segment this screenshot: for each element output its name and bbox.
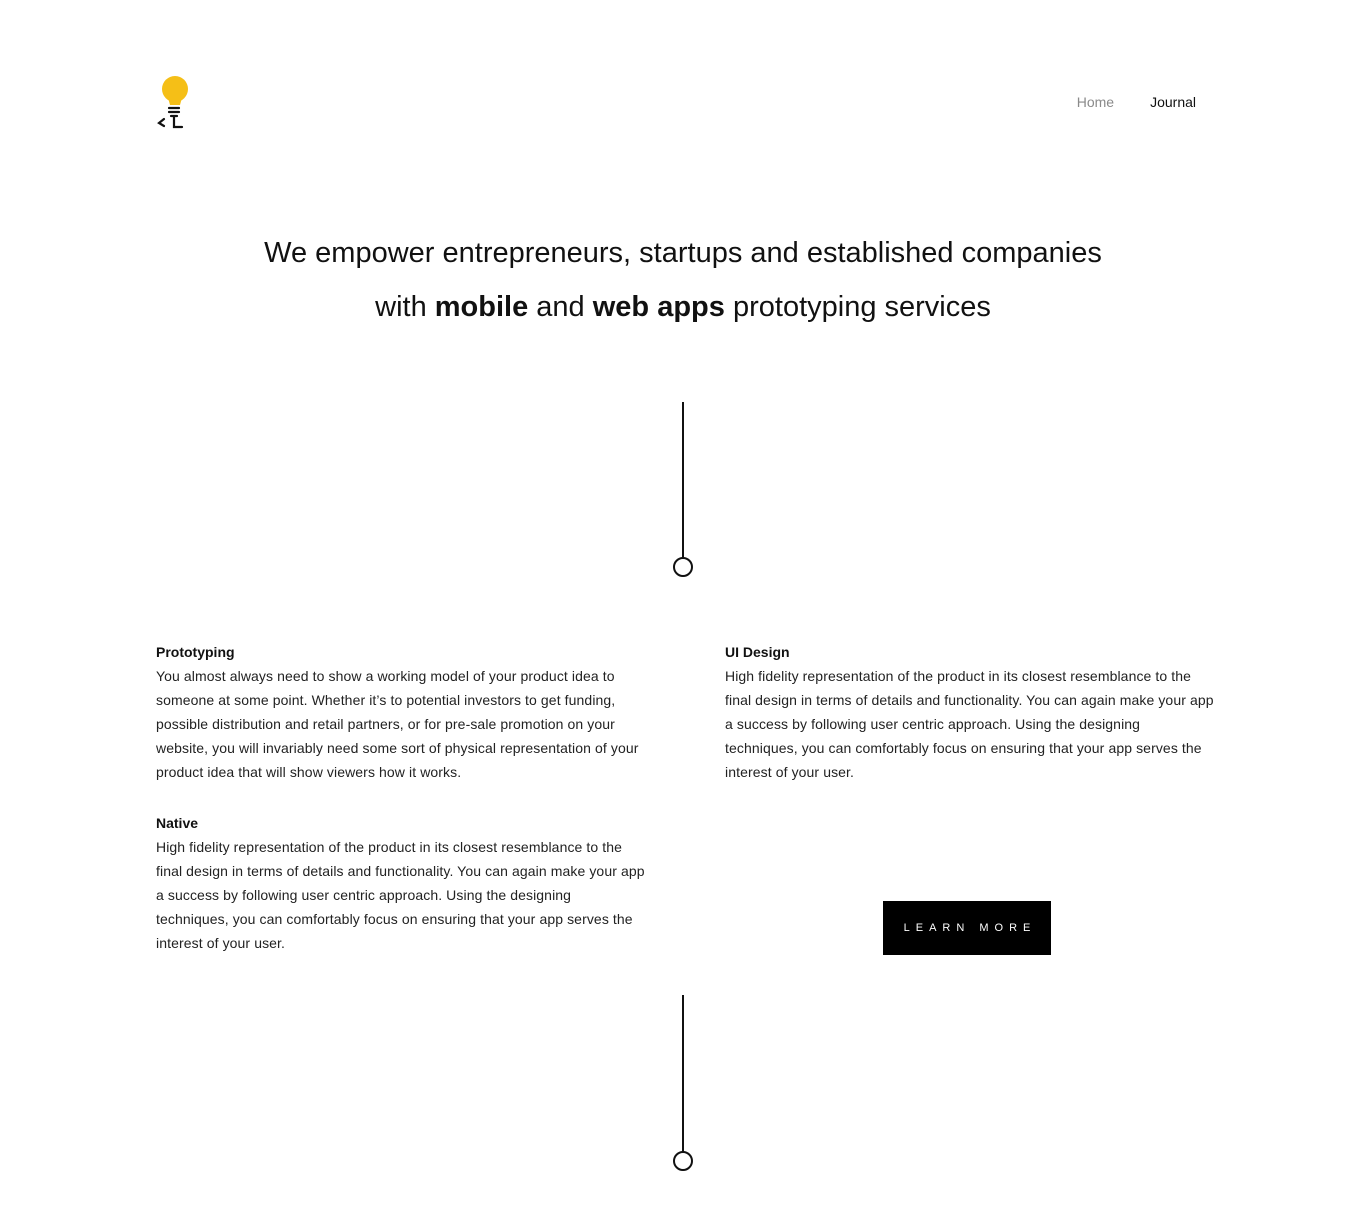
service-ui-design: UI Design High fidelity representation o… [725,640,1215,784]
service-description: You almost always need to show a working… [156,668,639,780]
service-title: Prototyping [156,644,235,660]
timeline-line-dot-icon [673,402,693,577]
main-nav: Home Journal [1077,94,1196,110]
hero-line-2-suffix: prototyping services [732,291,991,323]
lightbulb-logo-icon[interactable] [155,74,195,132]
service-prototyping: Prototyping You almost always need to sh… [156,640,646,784]
hero-bold-web-apps: web apps [592,291,725,323]
hero-line-2-prefix: with [375,291,427,323]
hero-headline: We empower entrepreneurs, startups and e… [0,226,1366,334]
service-native: Native High fidelity representation of t… [156,811,646,955]
timeline-line-dot-icon [673,995,693,1171]
learn-more-button[interactable]: LEARN MORE [883,901,1051,955]
nav-link-journal[interactable]: Journal [1150,94,1196,110]
bulb-neck-shape [167,94,183,105]
hero-line-1: We empower entrepreneurs, startups and e… [264,237,1102,269]
hero-line-2-mid: and [536,291,585,323]
service-description: High fidelity representation of the prod… [725,668,1214,780]
service-title: UI Design [725,644,790,660]
nav-link-home[interactable]: Home [1077,94,1114,110]
service-description: High fidelity representation of the prod… [156,839,645,951]
hero-bold-mobile: mobile [434,291,529,323]
service-title: Native [156,815,199,831]
timeline-divider-bottom [672,995,694,1174]
bulb-base-shape [157,106,184,129]
timeline-divider-top [672,402,694,580]
